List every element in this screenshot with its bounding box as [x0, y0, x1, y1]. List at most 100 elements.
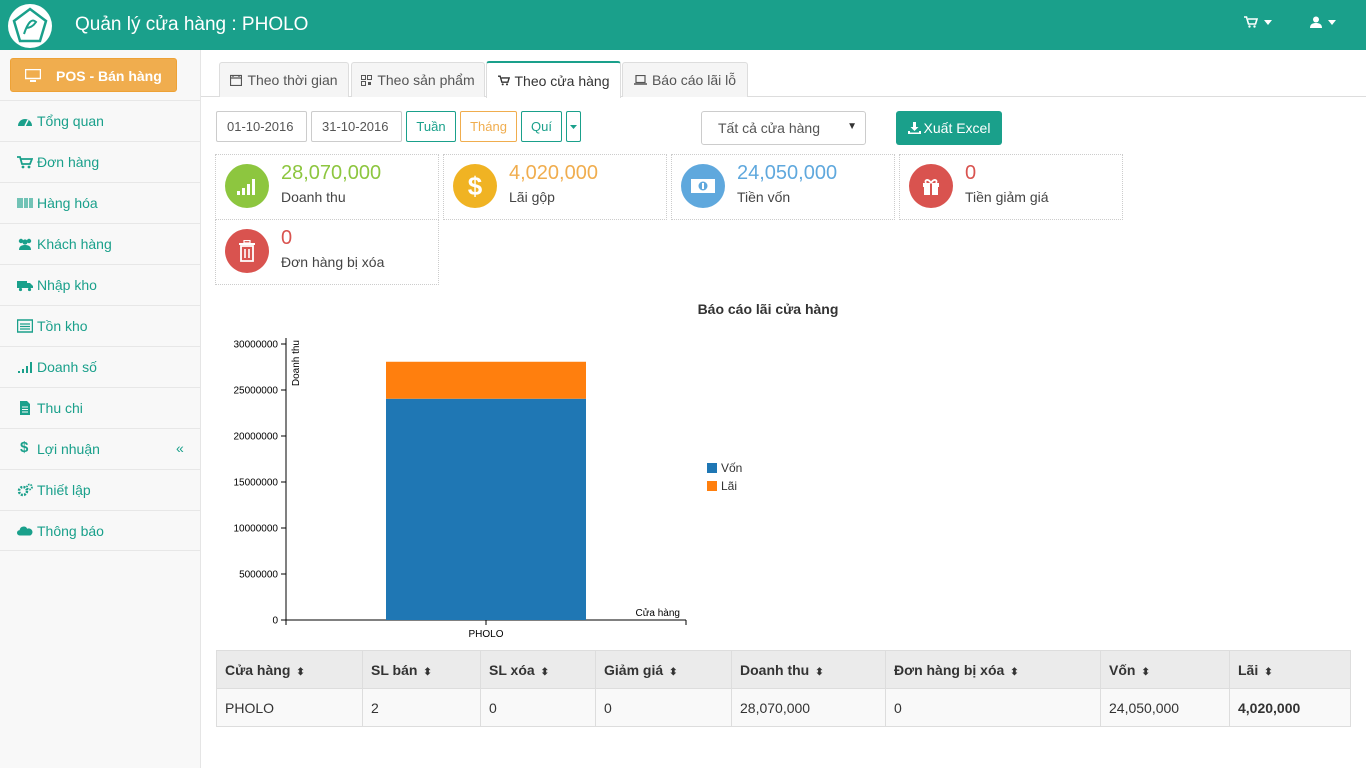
sort-icon: ⬍: [1010, 666, 1019, 678]
sidebar-item-products[interactable]: Hàng hóa: [0, 182, 200, 223]
cell-deleted-orders: 0: [885, 688, 1101, 727]
y-tick-label: 20000000: [234, 432, 279, 443]
column-header-deleted-orders[interactable]: Đơn hàng bị xóa ⬍: [885, 650, 1101, 689]
sidebar-item-import[interactable]: Nhập kho: [0, 264, 200, 305]
caret-down-icon: [1328, 19, 1336, 25]
tab-by-store[interactable]: Theo cửa hàng: [486, 61, 621, 98]
file-icon: [20, 401, 30, 415]
sidebar-item-profit[interactable]: $ Lợi nhuận «: [0, 428, 200, 469]
tab-profit-loss[interactable]: Báo cáo lãi lỗ: [622, 62, 748, 97]
cell-discount: 0: [595, 688, 732, 727]
signal-icon: [18, 362, 32, 373]
cell-qty-deleted: 0: [480, 688, 596, 727]
sidebar-item-sales[interactable]: Doanh số: [0, 346, 200, 387]
qrcode-icon: [361, 74, 373, 86]
sort-icon: ⬍: [669, 666, 678, 678]
y-tick-label: 0: [272, 616, 278, 627]
list-icon: [17, 319, 33, 333]
y-tick-label: 25000000: [234, 386, 279, 397]
laptop-icon: [633, 75, 647, 85]
dollar-icon: $: [20, 439, 29, 456]
quarter-button[interactable]: Quí: [521, 111, 562, 142]
legend-label: Vốn: [721, 461, 742, 475]
user-menu-button[interactable]: [1310, 16, 1336, 28]
sort-icon: ⬍: [1264, 666, 1273, 678]
cell-revenue: 28,070,000: [731, 688, 886, 727]
stat-caption: Đơn hàng bị xóa: [281, 254, 385, 270]
column-header-revenue[interactable]: Doanh thu ⬍: [731, 650, 886, 689]
date-from-input[interactable]: [216, 111, 307, 142]
stat-deleted-orders: 0 Đơn hàng bị xóa: [215, 219, 439, 285]
select-arrow-icon: ▼: [847, 121, 857, 132]
week-button[interactable]: Tuần: [406, 111, 456, 142]
bar-Vốn: [386, 398, 586, 620]
stat-gross-profit: $ 4,020,000 Lãi gộp: [443, 154, 667, 220]
sidebar-item-customers[interactable]: Khách hàng: [0, 223, 200, 264]
legend-label: Lãi: [721, 479, 737, 493]
tab-by-time[interactable]: Theo thời gian: [219, 62, 349, 97]
sidebar-item-income-expense[interactable]: Thu chi: [0, 387, 200, 428]
app-logo[interactable]: [8, 4, 52, 48]
date-to-input[interactable]: [311, 111, 402, 142]
money-icon: [681, 164, 725, 208]
sort-icon: ⬍: [423, 666, 432, 678]
pos-sale-button[interactable]: POS - Bán hàng: [10, 58, 177, 92]
cart-icon: [17, 156, 33, 169]
cogs-icon: [17, 483, 33, 497]
column-header-qty-sold[interactable]: SL bán ⬍: [362, 650, 481, 689]
stat-caption: Tiền giảm giá: [965, 189, 1049, 205]
sidebar: POS - Bán hàng Tổng quan Đơn hàng Hàng h…: [0, 50, 201, 768]
y-tick-label: 15000000: [234, 478, 279, 489]
users-icon: [18, 238, 32, 250]
sidebar-item-orders[interactable]: Đơn hàng: [0, 141, 200, 182]
stat-value: 24,050,000: [737, 162, 838, 184]
stat-caption: Lãi gộp: [509, 189, 555, 205]
cell-profit: 4,020,000: [1229, 688, 1351, 727]
pos-sale-label: POS - Bán hàng: [56, 68, 162, 84]
x-tick-label: PHOLO: [468, 629, 503, 640]
truck-icon: [17, 281, 33, 292]
sidebar-menu: Tổng quan Đơn hàng Hàng hóa Khách hàng N…: [0, 100, 200, 551]
export-excel-button[interactable]: Xuất Excel: [896, 111, 1002, 145]
tab-by-product[interactable]: Theo sản phẩm: [351, 62, 485, 97]
report-tabs: Theo thời gian Theo sản phẩm Theo cửa hà…: [201, 60, 1366, 98]
signal-icon: [225, 164, 269, 208]
cell-store: PHOLO: [216, 688, 363, 727]
column-header-store[interactable]: Cửa hàng ⬍: [216, 650, 363, 689]
download-icon: [907, 122, 921, 134]
sort-icon: ⬍: [815, 666, 824, 678]
store-report-table: Cửa hàng ⬍ SL bán ⬍ SL xóa ⬍ Giảm giá ⬍ Doan…: [216, 650, 1351, 727]
y-tick-label: 30000000: [234, 340, 279, 351]
sidebar-item-notifications[interactable]: Thông báo: [0, 510, 200, 551]
sort-icon: ⬍: [1141, 666, 1150, 678]
cart-icon: [1244, 16, 1258, 28]
stat-discount: 0 Tiền giảm giá: [899, 154, 1123, 220]
stat-value: 4,020,000: [509, 162, 598, 184]
barcode-icon: [17, 198, 33, 208]
top-navbar: Quản lý cửa hàng : PHOLO: [0, 0, 1366, 50]
column-header-profit[interactable]: Lãi ⬍: [1229, 650, 1351, 689]
column-header-capital[interactable]: Vốn ⬍: [1100, 650, 1230, 689]
column-header-discount[interactable]: Giảm giá ⬍: [595, 650, 732, 689]
stat-value: 0: [281, 227, 293, 249]
month-button[interactable]: Tháng: [460, 111, 517, 142]
period-dropdown-button[interactable]: [566, 111, 581, 142]
y-axis-label: Doanh thu: [291, 340, 302, 386]
table-header-row: Cửa hàng ⬍ SL bán ⬍ SL xóa ⬍ Giảm giá ⬍ Doan…: [216, 650, 1351, 689]
monitor-icon: [25, 69, 41, 82]
sort-icon: ⬍: [540, 666, 550, 678]
x-axis-label: Cửa hàng: [635, 607, 680, 619]
calendar-icon: [230, 74, 243, 86]
column-header-qty-deleted[interactable]: SL xóa ⬍: [480, 650, 596, 689]
bar-Lãi: [386, 361, 586, 399]
cell-qty-sold: 2: [362, 688, 481, 727]
collapse-chevron-icon[interactable]: «: [176, 440, 184, 456]
store-select[interactable]: Tất cả cửa hàng ▼: [701, 111, 866, 145]
chart-title: Báo cáo lãi cửa hàng: [697, 301, 839, 317]
caret-down-icon: [570, 124, 577, 129]
cart-menu-button[interactable]: [1244, 16, 1272, 28]
sidebar-item-stock[interactable]: Tồn kho: [0, 305, 200, 346]
sidebar-item-settings[interactable]: Thiết lập: [0, 469, 200, 510]
sidebar-item-overview[interactable]: Tổng quan: [0, 100, 200, 141]
caret-down-icon: [1264, 19, 1272, 25]
